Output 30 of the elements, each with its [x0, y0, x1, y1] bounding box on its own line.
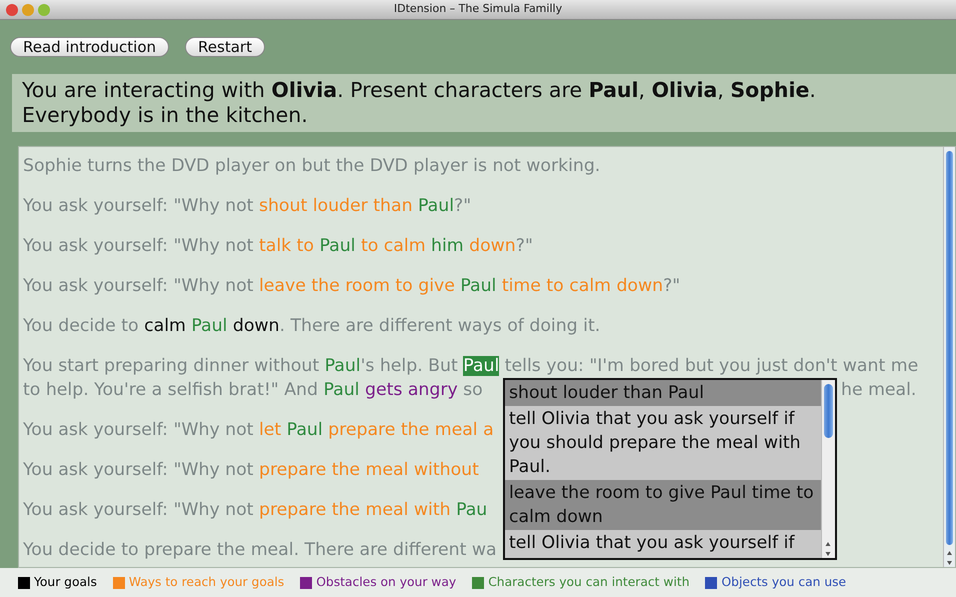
story-text: You decide to calm Paul down. There are different ways of doing it.: [23, 316, 600, 336]
toolbar-button[interactable]: Restart: [185, 37, 265, 57]
legend-label: Obstacles on your way: [316, 574, 456, 592]
toolbar-button[interactable]: Read introduction: [10, 37, 170, 57]
story-text: You start preparing dinner without Paul's help. But Paul tells you: "I'm bored but you just don't want me: [23, 356, 918, 376]
scrollbar-thumb[interactable]: [946, 151, 953, 545]
choice-item[interactable]: shout louder than Paul: [505, 380, 821, 406]
scrollbar[interactable]: [943, 147, 955, 567]
story-text: You ask yourself: "Why not leave the room to give Paul time to calm down?": [23, 276, 680, 296]
story-text: You ask yourself: "Why not talk to Paul to calm him down?": [23, 236, 533, 256]
window-title: IDtension – The Simula Familly: [394, 1, 562, 18]
story-text: to help. You're a selfish brat!" And Paul gets angry so: [23, 380, 483, 400]
popup-scrollbar[interactable]: [821, 380, 835, 558]
choice-item[interactable]: tell Olivia that you ask yourself if you should prepare the meal with Paul.: [505, 406, 821, 480]
legend-label: Objects you can use: [721, 574, 846, 592]
story-text: You ask yourself: "Why not prepare the meal without: [23, 460, 479, 480]
legend-label: Ways to reach your goals: [128, 574, 284, 592]
story-text: You ask yourself: "Why not shout louder than Paul?": [23, 196, 472, 216]
story-text: he meal.: [841, 379, 916, 402]
close-button[interactable]: [6, 4, 18, 16]
story-text: You ask yourself: "Why not let Paul prepare the meal a: [23, 420, 494, 440]
story-text: You ask yourself: "Why not prepare the meal with Pau: [23, 500, 488, 520]
info-panel: You are interacting with Olivia. Present characters are Paul, Olivia, Sophie. Everybody is in the kitchen.: [12, 74, 956, 132]
scroll-up-icon[interactable]: [944, 549, 955, 558]
legend-label: Characters you can interact with: [488, 574, 690, 592]
story-text: You decide to prepare the meal. There are different wa: [23, 540, 497, 560]
legend-label: Your goals: [34, 574, 97, 592]
story-text: Sophie turns the DVD player on but the DVD player is not working.: [23, 156, 600, 176]
popup-scrollbar-thumb[interactable]: [824, 384, 833, 438]
choice-item[interactable]: tell Olivia that you ask yourself if: [505, 530, 821, 556]
